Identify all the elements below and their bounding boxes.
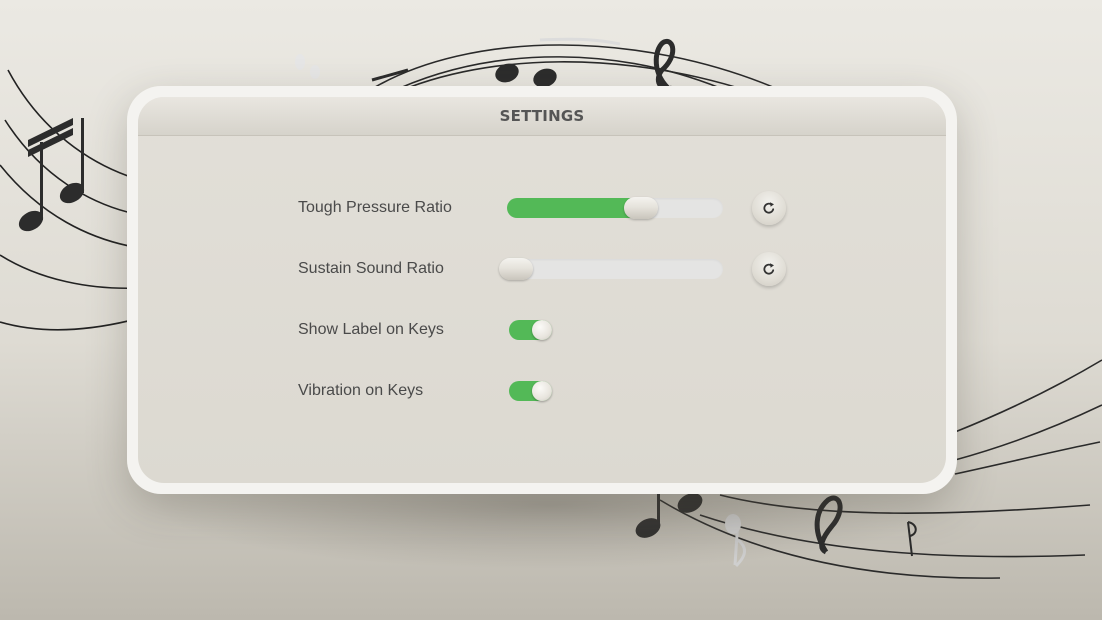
reset-icon	[763, 202, 775, 214]
toggle-knob	[532, 381, 552, 401]
show-label-on-keys-label: Show Label on Keys	[298, 321, 444, 338]
reset-tough-pressure-button[interactable]	[752, 191, 786, 225]
reset-icon	[763, 263, 775, 275]
toggle-knob	[532, 320, 552, 340]
vibration-on-keys-toggle[interactable]	[509, 381, 552, 401]
slider-thumb[interactable]	[499, 258, 533, 280]
dialog-header: SETTINGS	[138, 97, 946, 136]
show-label-on-keys-toggle[interactable]	[509, 320, 552, 340]
settings-dialog: SETTINGS Tough Pressure Ratio Sustain So…	[127, 86, 957, 494]
sustain-sound-ratio-slider[interactable]	[499, 258, 723, 280]
tough-pressure-ratio-slider[interactable]	[507, 197, 723, 219]
dialog-title: SETTINGS	[499, 107, 585, 125]
vibration-on-keys-label: Vibration on Keys	[298, 382, 424, 399]
slider-fill	[507, 198, 641, 218]
slider-thumb[interactable]	[624, 197, 658, 219]
tough-pressure-ratio-label: Tough Pressure Ratio	[298, 199, 452, 216]
sustain-sound-ratio-label: Sustain Sound Ratio	[298, 260, 444, 277]
settings-screen: SETTINGS Tough Pressure Ratio Sustain So…	[0, 0, 1102, 620]
settings-panel: SETTINGS Tough Pressure Ratio Sustain So…	[138, 97, 946, 483]
reset-sustain-sound-button[interactable]	[752, 252, 786, 286]
